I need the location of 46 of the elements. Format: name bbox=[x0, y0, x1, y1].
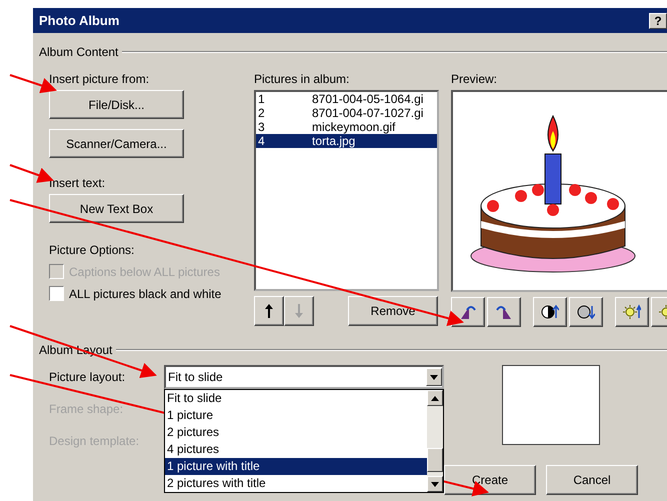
contrast-down-icon bbox=[577, 304, 595, 320]
dropdown-option[interactable]: 2 pictures with title bbox=[165, 475, 427, 492]
list-item[interactable]: 4 torta.jpg bbox=[256, 134, 437, 148]
section-label: Insert picture from: bbox=[49, 72, 150, 86]
dialog-button[interactable]: Cancel bbox=[546, 465, 638, 495]
picture-layout-label: Picture layout: bbox=[49, 369, 126, 386]
list-item[interactable]: 2 8701-004-07-1027.gi bbox=[256, 106, 437, 120]
contrast-up-button[interactable] bbox=[533, 297, 567, 327]
section-label: Insert text: bbox=[49, 176, 106, 190]
insert-picture-button[interactable]: File/Disk... bbox=[49, 90, 184, 119]
scroll-up-icon bbox=[431, 396, 439, 400]
brightness-up-button[interactable] bbox=[615, 297, 649, 327]
dropdown-option[interactable]: 1 picture bbox=[165, 407, 427, 424]
insert-picture-button[interactable]: Scanner/Camera... bbox=[49, 129, 184, 158]
section-label: Picture Options: bbox=[49, 243, 134, 257]
up-arrow-icon bbox=[265, 304, 273, 318]
checkbox[interactable] bbox=[49, 286, 64, 301]
scroll-thumb[interactable] bbox=[427, 448, 443, 472]
move-up-button[interactable] bbox=[254, 296, 284, 326]
dropdown-option[interactable]: 4 pictures bbox=[165, 441, 427, 458]
scrollbar[interactable] bbox=[427, 390, 443, 492]
new-text-box-button[interactable]: New Text Box bbox=[49, 194, 184, 223]
list-item[interactable]: 3 mickeymoon.gif bbox=[256, 120, 437, 134]
contrast-down-button[interactable] bbox=[569, 297, 603, 327]
remove-button[interactable]: Remove bbox=[348, 296, 438, 326]
dropdown-option[interactable]: 2 pictures bbox=[165, 424, 427, 441]
help-button[interactable]: ? bbox=[649, 12, 667, 28]
section-title: Album Content bbox=[39, 45, 118, 59]
rotate-left-button[interactable] bbox=[451, 297, 485, 327]
list-label: Pictures in album: bbox=[254, 72, 350, 86]
contrast-up-icon bbox=[541, 304, 559, 320]
checkbox-label: ALL pictures black and white bbox=[69, 286, 222, 300]
brightness-up-icon bbox=[623, 304, 641, 320]
rotate-left-icon bbox=[459, 304, 477, 320]
window-title: Photo Album bbox=[39, 13, 120, 28]
down-arrow-icon bbox=[295, 304, 303, 318]
preview-label: Preview: bbox=[451, 72, 498, 86]
dropdown-option[interactable]: Fit to slide bbox=[165, 390, 427, 407]
scroll-down-icon bbox=[431, 482, 439, 486]
list-item[interactable]: 1 8701-004-05-1064.gi bbox=[256, 92, 437, 106]
dialog-button[interactable]: Create bbox=[444, 465, 536, 495]
rotate-right-icon bbox=[495, 304, 513, 320]
rotate-right-button[interactable] bbox=[487, 297, 521, 327]
dropdown-arrow-icon bbox=[430, 374, 438, 380]
dropdown-option[interactable]: 1 picture with title bbox=[165, 458, 427, 475]
picture-layout-dropdown[interactable]: Fit to slide bbox=[164, 365, 444, 389]
